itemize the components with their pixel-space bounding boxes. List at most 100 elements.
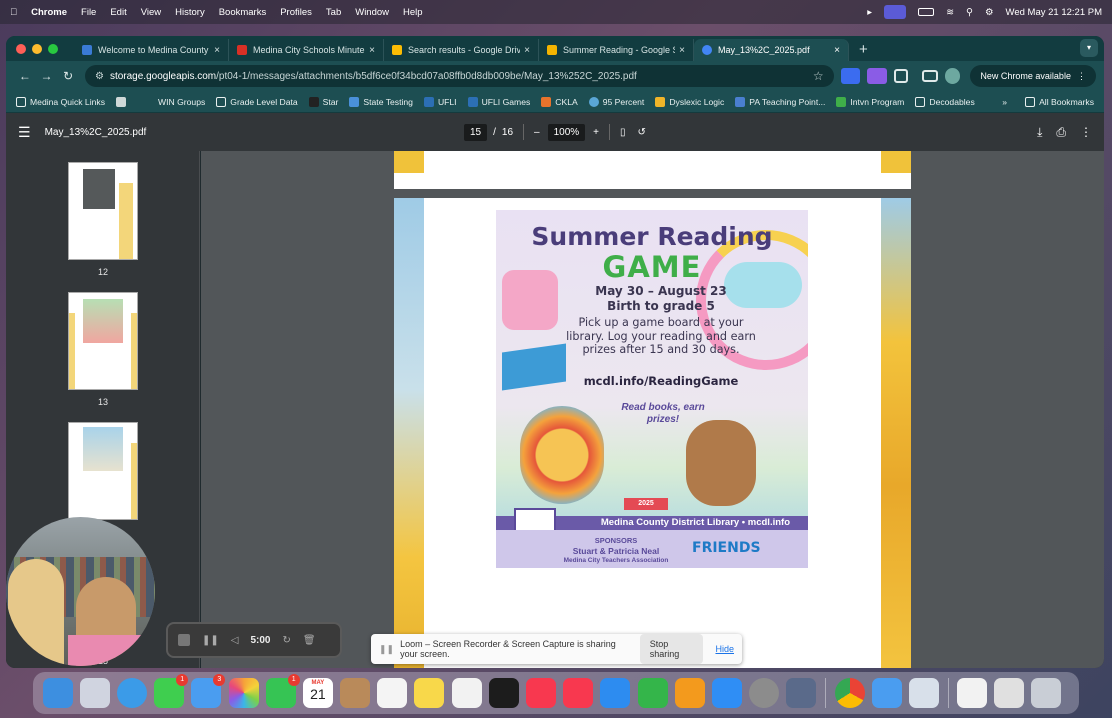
page-thumbnail-13[interactable] (68, 292, 138, 390)
drag-handle-icon[interactable]: ❚❚ (379, 644, 394, 655)
bookmark-item[interactable]: 95 Percent (588, 96, 644, 107)
close-tab-icon[interactable]: × (679, 45, 685, 56)
bookmark-item[interactable]: Star (308, 96, 338, 107)
more-options-icon[interactable]: ⋮ (1080, 125, 1092, 140)
bookmark-item[interactable]: State Testing (349, 96, 413, 107)
menu-window[interactable]: Window (355, 7, 389, 18)
notes-icon[interactable] (414, 678, 445, 708)
page-number-input[interactable]: 15 (464, 123, 488, 141)
back-arrow-icon[interactable]: ← (14, 69, 36, 83)
address-bar[interactable]: ⚙ storage.googleapis.com /pt04-1/message… (84, 65, 834, 87)
restart-icon[interactable]: ↻ (282, 635, 290, 646)
menu-datetime[interactable]: Wed May 21 12:21 PM (1006, 7, 1102, 18)
menu-history[interactable]: History (175, 7, 205, 18)
menu-profiles[interactable]: Profiles (280, 7, 312, 18)
webcam-bubble[interactable] (6, 517, 155, 666)
rotate-icon[interactable]: ↺ (638, 127, 646, 138)
bookmark-item[interactable]: CKLA (541, 96, 578, 107)
new-chrome-available-button[interactable]: New Chrome available ⋮ (970, 65, 1096, 87)
bookmarks-overflow-icon[interactable]: » (1002, 97, 1007, 107)
site-info-icon[interactable]: ⚙ (95, 71, 104, 82)
menu-bookmarks[interactable]: Bookmarks (219, 7, 267, 18)
close-tab-icon[interactable]: × (524, 45, 530, 56)
music-icon[interactable] (526, 678, 557, 708)
bookmark-item[interactable]: UFLI Games (467, 96, 530, 107)
zoom-in-icon[interactable]: + (593, 127, 599, 138)
zoom-input[interactable]: 100% (547, 123, 586, 141)
reminders-icon[interactable] (377, 678, 408, 708)
tab-pdf-active[interactable]: May_13%2C_2025.pdf × (694, 39, 849, 61)
stop-recording-icon[interactable] (178, 634, 190, 646)
control-center-icon[interactable]: ⚙ (985, 7, 994, 18)
safari-icon[interactable] (116, 678, 147, 708)
maximize-window-button[interactable] (48, 43, 58, 54)
page-thumbnail-14[interactable] (68, 422, 138, 520)
bookmark-item[interactable]: Dyslexic Logic (655, 96, 724, 107)
screen-mirror-icon[interactable] (884, 5, 907, 19)
delete-icon[interactable]: 🗑 (303, 635, 316, 646)
stop-sharing-button[interactable]: Stop sharing (639, 634, 704, 664)
extensions-puzzle-icon[interactable] (894, 69, 908, 83)
bookmark-item[interactable]: Intvn Program (836, 96, 904, 107)
finder-icon[interactable] (42, 678, 73, 708)
tab-summer-reading-slides[interactable]: Summer Reading - Google Sli × (539, 39, 694, 61)
menu-tab[interactable]: Tab (326, 7, 341, 18)
trash-icon[interactable] (1031, 678, 1062, 708)
reload-icon[interactable]: ↻ (57, 69, 79, 83)
status-arrow-icon[interactable]: ▸ (867, 7, 872, 18)
messages-icon[interactable]: 1 (154, 674, 189, 708)
fit-page-icon[interactable]: ▯ (620, 127, 626, 138)
keynote-icon[interactable] (600, 678, 631, 708)
apple-tv-icon[interactable] (488, 678, 519, 708)
preview-icon[interactable] (908, 678, 939, 708)
bookmark-item[interactable]: Grade Level Data (216, 96, 298, 107)
print-icon[interactable]: ⎙ (1056, 125, 1066, 140)
cast-icon[interactable] (921, 70, 938, 82)
pages-icon[interactable] (674, 678, 705, 708)
tab-search-chevron-icon[interactable]: ▾ (1080, 39, 1098, 57)
mute-icon[interactable]: ◁ (231, 635, 239, 646)
close-window-button[interactable] (16, 43, 26, 54)
menu-edit[interactable]: Edit (110, 7, 126, 18)
bookmark-item[interactable]: Medina Quick Links (16, 96, 105, 107)
close-tab-icon[interactable]: × (369, 45, 375, 56)
minimize-window-button[interactable] (32, 43, 42, 54)
mail-icon[interactable]: 3 (191, 674, 226, 708)
app-store-icon[interactable] (711, 678, 742, 708)
download-icon[interactable]: ⤓ (1037, 125, 1042, 140)
forward-arrow-icon[interactable]: → (36, 69, 58, 83)
extension-blue-icon[interactable] (840, 68, 861, 84)
profile-avatar[interactable] (944, 68, 961, 84)
tab-medina-city-schools[interactable]: Medina City Schools Minute M × (229, 39, 384, 61)
photos-icon[interactable] (228, 678, 259, 708)
iphone-mirroring-icon[interactable] (786, 678, 817, 708)
pause-icon[interactable]: ❚❚ (202, 635, 219, 646)
bookmark-item[interactable]: UFLI (423, 96, 457, 107)
contacts-icon[interactable] (340, 678, 371, 708)
spotlight-search-icon[interactable]: ⚲ (966, 7, 973, 18)
bookmark-item[interactable]: Decodables (915, 96, 975, 107)
tab-welcome-medina[interactable]: Welcome to Medina County D × (74, 39, 229, 61)
document-icon[interactable] (957, 678, 988, 708)
wifi-icon[interactable]: ≋ (946, 7, 954, 18)
extension-purple-icon[interactable] (867, 68, 887, 84)
battery-icon[interactable] (918, 8, 935, 16)
menu-help[interactable]: Help (403, 7, 423, 18)
menu-view[interactable]: View (141, 7, 161, 18)
facetime-icon[interactable]: 1 (265, 674, 300, 708)
bookmark-star-icon[interactable]: ☆ (813, 69, 824, 83)
new-tab-icon[interactable]: + (859, 39, 868, 61)
calendar-icon[interactable]: MAY 21 (302, 678, 333, 708)
menu-file[interactable]: File (81, 7, 96, 18)
all-bookmarks[interactable]: All Bookmarks (1025, 96, 1094, 107)
freeform-icon[interactable] (451, 678, 482, 708)
hide-banner-link[interactable]: Hide (715, 644, 734, 654)
close-tab-icon[interactable]: × (834, 45, 840, 56)
news-icon[interactable] (563, 678, 594, 708)
apple-icon[interactable]:  (10, 7, 17, 18)
system-settings-icon[interactable] (749, 678, 780, 708)
menu-app-name[interactable]: Chrome (31, 7, 67, 18)
zoom-out-icon[interactable]: – (534, 127, 540, 138)
files-icon[interactable] (871, 678, 902, 708)
chrome-icon[interactable] (834, 678, 865, 708)
